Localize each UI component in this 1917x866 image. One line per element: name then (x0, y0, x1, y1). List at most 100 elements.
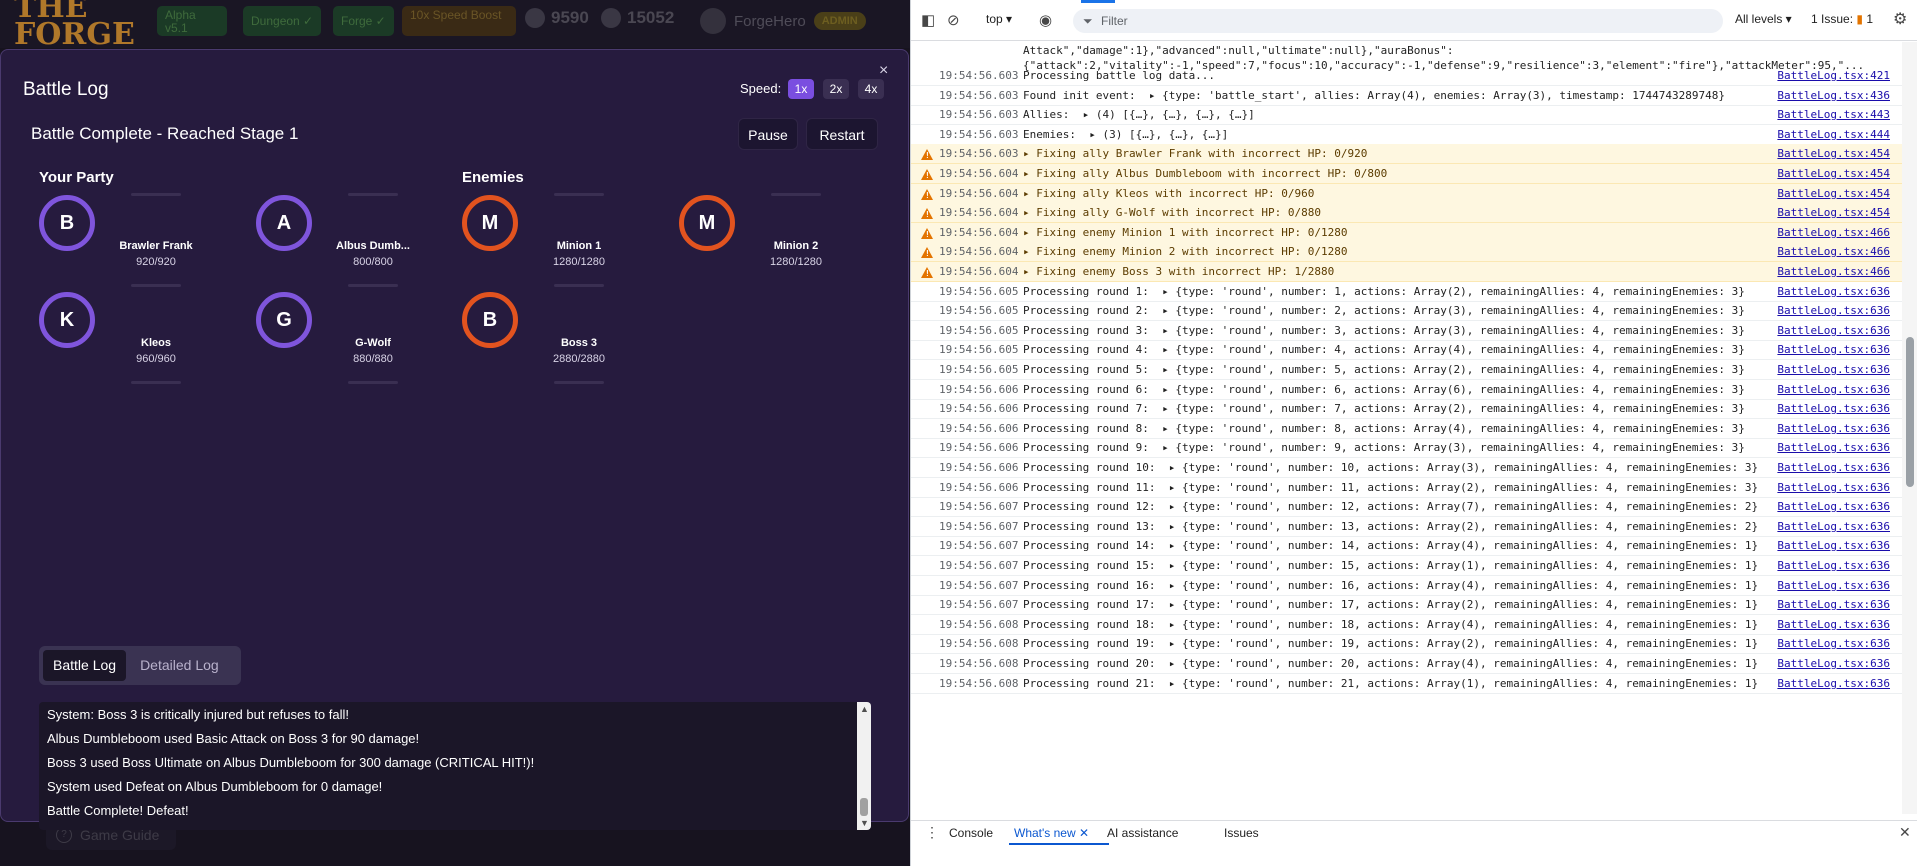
console-log-row[interactable]: 19:54:56.605 Processing round 2: ▸ {type:… (911, 301, 1902, 321)
console-log-row[interactable]: 19:54:56.605 Processing round 4: ▸ {type:… (911, 340, 1902, 360)
console-log-row[interactable]: 19:54:56.607 Processing round 17: ▸ {type… (911, 595, 1902, 615)
user-menu[interactable]: ForgeHero ADMIN (700, 8, 866, 34)
scroll-thumb[interactable] (1906, 337, 1914, 487)
log-message[interactable]: Enemies: ▸ (3) [{…}, {…}, {…}] (1023, 128, 1228, 141)
pause-button[interactable]: Pause (738, 118, 798, 150)
log-message[interactable]: ▸ Fixing enemy Minion 1 with incorrect H… (1023, 226, 1348, 239)
log-message[interactable]: ▸ Fixing enemy Minion 2 with incorrect H… (1023, 245, 1348, 258)
source-link[interactable]: BattleLog.tsx:636 (1777, 285, 1890, 298)
console-log-row[interactable]: 19:54:56.605 Processing round 3: ▸ {type:… (911, 321, 1902, 341)
console-log-row[interactable]: 19:54:56.603 Enemies: ▸ (3) [{…}, {…}, {…… (911, 125, 1902, 145)
log-message[interactable]: Processing round 2: ▸ {type: 'round', nu… (1023, 304, 1745, 317)
source-link[interactable]: BattleLog.tsx:636 (1777, 441, 1890, 454)
tab-issues[interactable]: Issues (1224, 826, 1259, 840)
dungeon-chip[interactable]: Dungeon ✓ (243, 6, 322, 36)
console-log-row[interactable]: 19:54:56.606 Processing round 10: ▸ {type… (911, 458, 1902, 478)
console-log-row[interactable]: 19:54:56.603 Allies: ▸ (4) [{…}, {…}, {…}… (911, 105, 1902, 125)
context-select[interactable]: top ▾ (986, 12, 1012, 26)
tab-ai-assistance[interactable]: AI assistance (1107, 826, 1178, 840)
log-message[interactable]: Processing round 8: ▸ {type: 'round', nu… (1023, 422, 1745, 435)
source-link[interactable]: BattleLog.tsx:636 (1777, 422, 1890, 435)
log-message[interactable]: Processing round 17: ▸ {type: 'round', n… (1023, 598, 1758, 611)
app-logo[interactable]: THE FORGE (14, 0, 135, 50)
log-message[interactable]: Processing round 4: ▸ {type: 'round', nu… (1023, 343, 1745, 356)
enemy-unit[interactable]: B Boss 3 2880/2880 (462, 290, 662, 384)
party-member[interactable]: K Kleos 960/960 (39, 290, 239, 384)
source-link[interactable]: BattleLog.tsx:636 (1777, 500, 1890, 513)
console-warning-row[interactable]: ! 19:54:56.604 ▸ Fixing ally Albus Dumbleb… (911, 164, 1902, 184)
clear-console-icon[interactable]: ⊘ (947, 11, 960, 29)
tab-whats-new[interactable]: What's new ✕ (1014, 826, 1089, 840)
log-message[interactable]: ▸ Fixing ally G-Wolf with incorrect HP: … (1023, 206, 1321, 219)
console-output[interactable]: Attack","damage":1},"advanced":null,"ult… (911, 42, 1902, 814)
source-link[interactable]: BattleLog.tsx:636 (1777, 618, 1890, 631)
log-message[interactable]: Processing round 13: ▸ {type: 'round', n… (1023, 520, 1758, 533)
eye-icon[interactable]: ◉ (1039, 11, 1052, 29)
console-log-row[interactable]: 19:54:56.607 Processing round 16: ▸ {type… (911, 576, 1902, 596)
console-log-row[interactable]: 19:54:56.607 Processing round 14: ▸ {type… (911, 536, 1902, 556)
source-link[interactable]: BattleLog.tsx:466 (1777, 265, 1890, 278)
source-link[interactable]: BattleLog.tsx:636 (1777, 657, 1890, 670)
issues-button[interactable]: 1 Issue: ▮ 1 (1811, 12, 1873, 26)
speed-2x-button[interactable]: 2x (823, 79, 849, 99)
source-link[interactable]: BattleLog.tsx:636 (1777, 383, 1890, 396)
source-link[interactable]: BattleLog.tsx:636 (1777, 598, 1890, 611)
console-log-row[interactable]: 19:54:56.606 Processing round 6: ▸ {type:… (911, 380, 1902, 400)
log-message[interactable]: Processing round 16: ▸ {type: 'round', n… (1023, 579, 1758, 592)
console-warning-row[interactable]: ! 19:54:56.604 ▸ Fixing ally G-Wolf with i… (911, 203, 1902, 223)
console-warning-row[interactable]: ! 19:54:56.604 ▸ Fixing enemy Minion 1 wit… (911, 223, 1902, 243)
speed-1x-button[interactable]: 1x (788, 79, 814, 99)
more-options-icon[interactable]: ⋮ (925, 824, 939, 841)
tab-battle-log[interactable]: Battle Log (43, 650, 127, 681)
log-message[interactable]: Processing round 7: ▸ {type: 'round', nu… (1023, 402, 1745, 415)
battle-log-list[interactable]: System: Boss 3 is critically injured but… (39, 702, 871, 830)
console-log-row[interactable]: 19:54:56.605 Processing round 1: ▸ {type:… (911, 282, 1902, 302)
source-link[interactable]: BattleLog.tsx:444 (1777, 128, 1890, 141)
source-link[interactable]: BattleLog.tsx:636 (1777, 481, 1890, 494)
source-link[interactable]: BattleLog.tsx:454 (1777, 187, 1890, 200)
log-levels-select[interactable]: All levels ▾ (1735, 12, 1792, 26)
console-log-row[interactable]: 19:54:56.608 Processing round 18: ▸ {type… (911, 615, 1902, 635)
source-link[interactable]: BattleLog.tsx:454 (1777, 167, 1890, 180)
close-drawer-icon[interactable]: ✕ (1899, 824, 1911, 841)
log-message[interactable]: Processing round 19: ▸ {type: 'round', n… (1023, 637, 1758, 650)
console-log-row[interactable]: 19:54:56.607 Processing round 15: ▸ {type… (911, 556, 1902, 576)
source-link[interactable]: BattleLog.tsx:636 (1777, 304, 1890, 317)
tab-console[interactable]: Console (949, 826, 993, 840)
close-icon[interactable]: ✕ (1079, 826, 1089, 840)
source-link[interactable]: BattleLog.tsx:421 (1777, 69, 1890, 82)
enemy-unit[interactable]: M Minion 1 1280/1280 (462, 193, 662, 287)
log-message[interactable]: ▸ Fixing ally Brawler Frank with incorre… (1023, 147, 1367, 160)
console-log-row[interactable]: 19:54:56.606 Processing round 7: ▸ {type:… (911, 399, 1902, 419)
log-message[interactable]: Processing battle log data... (1023, 69, 1215, 82)
log-message[interactable]: Processing round 18: ▸ {type: 'round', n… (1023, 618, 1758, 631)
log-message[interactable]: Processing round 20: ▸ {type: 'round', n… (1023, 657, 1758, 670)
speed-boost-chip[interactable]: 10x Speed Boost (402, 6, 516, 36)
tab-detailed-log[interactable]: Detailed Log (130, 650, 229, 681)
speed-4x-button[interactable]: 4x (858, 79, 884, 99)
scroll-thumb[interactable] (860, 798, 868, 816)
filter-input[interactable]: ⏷ Filter (1073, 9, 1723, 33)
source-link[interactable]: BattleLog.tsx:466 (1777, 245, 1890, 258)
enemy-unit[interactable]: M Minion 2 1280/1280 (679, 193, 879, 283)
console-warning-row[interactable]: ! 19:54:56.604 ▸ Fixing enemy Boss 3 with … (911, 262, 1902, 282)
source-link[interactable]: BattleLog.tsx:636 (1777, 520, 1890, 533)
log-message[interactable]: Found init event: ▸ {type: 'battle_start… (1023, 89, 1725, 102)
console-log-row[interactable]: 19:54:56.603 Found init event: ▸ {type: '… (911, 86, 1902, 106)
source-link[interactable]: BattleLog.tsx:636 (1777, 539, 1890, 552)
source-link[interactable]: BattleLog.tsx:466 (1777, 226, 1890, 239)
console-log-row[interactable]: 19:54:56.607 Processing round 12: ▸ {type… (911, 497, 1902, 517)
party-member[interactable]: G G-Wolf 880/880 (256, 290, 456, 384)
source-link[interactable]: BattleLog.tsx:636 (1777, 637, 1890, 650)
console-log-row[interactable]: 19:54:56.608 Processing round 19: ▸ {type… (911, 634, 1902, 654)
log-message[interactable]: ▸ Fixing enemy Boss 3 with incorrect HP:… (1023, 265, 1334, 278)
log-message[interactable]: ▸ Fixing ally Kleos with incorrect HP: 0… (1023, 187, 1314, 200)
source-link[interactable]: BattleLog.tsx:636 (1777, 402, 1890, 415)
source-link[interactable]: BattleLog.tsx:636 (1777, 324, 1890, 337)
console-log-row[interactable]: 19:54:56.608 Processing round 20: ▸ {type… (911, 654, 1902, 674)
source-link[interactable]: BattleLog.tsx:636 (1777, 461, 1890, 474)
console-warning-row[interactable]: ! 19:54:56.603 ▸ Fixing ally Brawler Frank… (911, 144, 1902, 164)
source-link[interactable]: BattleLog.tsx:436 (1777, 89, 1890, 102)
source-link[interactable]: BattleLog.tsx:454 (1777, 206, 1890, 219)
log-message[interactable]: Processing round 11: ▸ {type: 'round', n… (1023, 481, 1758, 494)
